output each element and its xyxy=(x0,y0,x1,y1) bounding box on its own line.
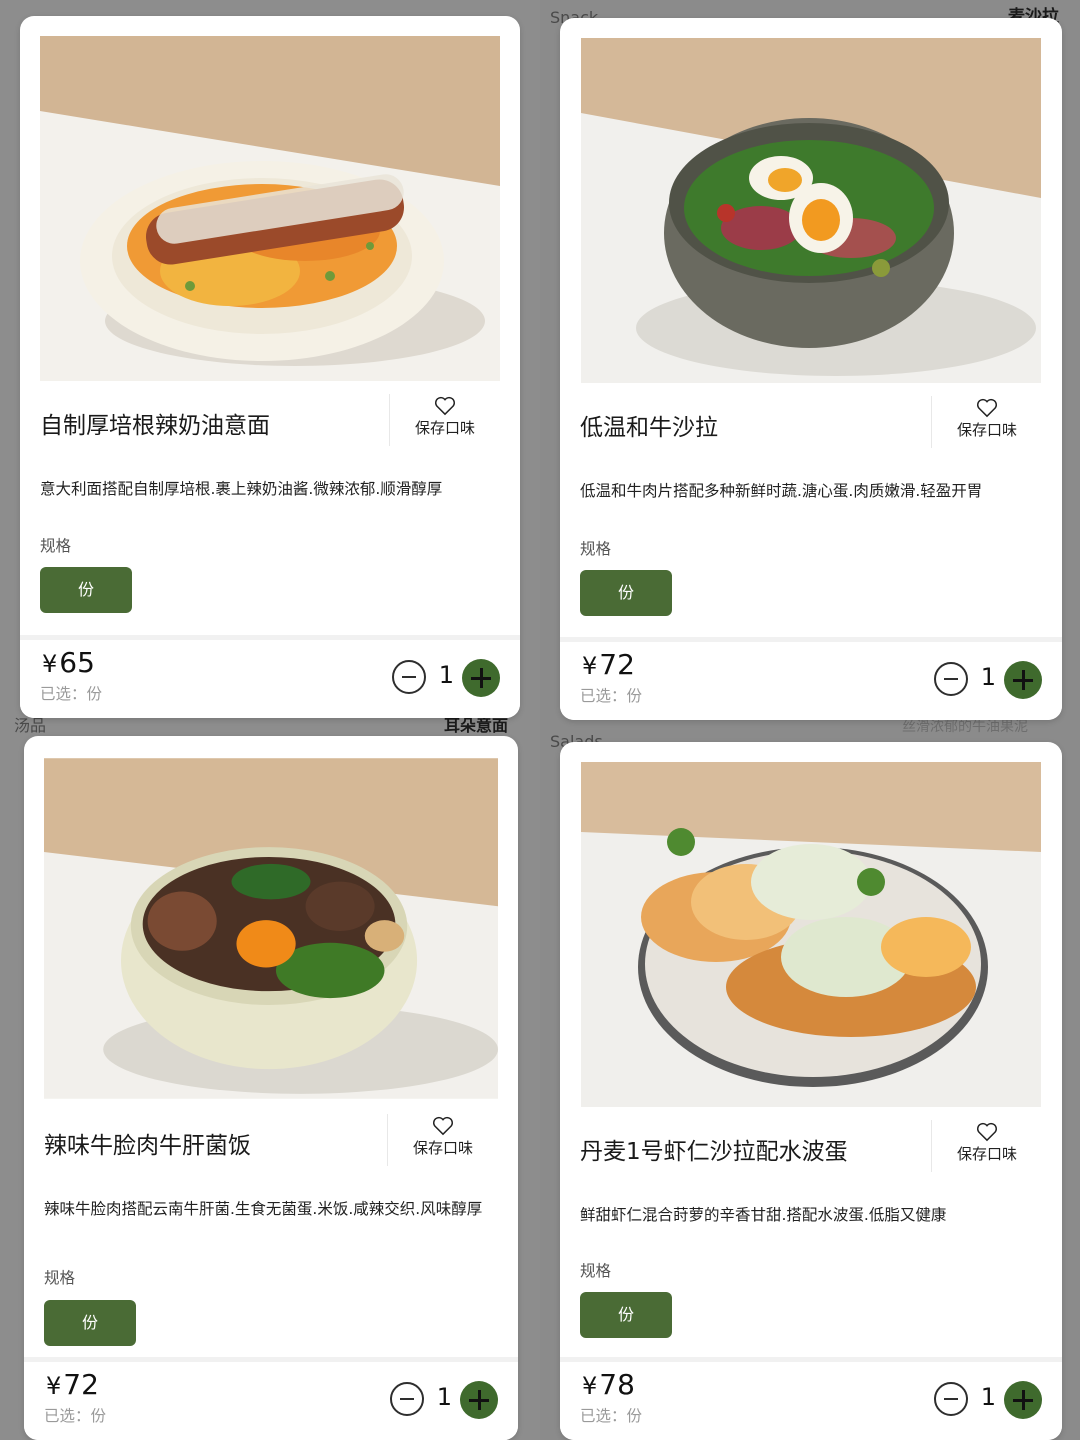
quantity-value: 1 xyxy=(980,663,996,691)
quantity-value: 1 xyxy=(436,1383,452,1411)
dish-title: 辣味牛脸肉牛肝菌饭 xyxy=(44,1133,251,1159)
spec-option-portion[interactable]: 份 xyxy=(580,1292,672,1338)
decrease-quantity-button[interactable] xyxy=(934,1382,968,1416)
decrease-quantity-button[interactable] xyxy=(390,1382,424,1416)
spec-label: 规格 xyxy=(40,537,72,555)
dish-title: 低温和牛沙拉 xyxy=(580,415,718,441)
dish-card: 丹麦1号虾仁沙拉配水波蛋 保存口味 鲜甜虾仁混合莳萝的辛香甘甜.搭配水波蛋.低脂… xyxy=(560,742,1062,1440)
order-bar: ¥65 已选：份 1 xyxy=(20,635,520,718)
spec-label: 规格 xyxy=(44,1269,76,1287)
dish-title: 自制厚培根辣奶油意面 xyxy=(40,413,270,439)
save-flavor-label: 保存口味 xyxy=(956,1145,1017,1163)
save-flavor-label: 保存口味 xyxy=(956,421,1017,439)
dish-description: 辣味牛脸肉搭配云南牛肝菌.生食无菌蛋.米饭.咸辣交织.风味醇厚 xyxy=(44,1200,483,1218)
spec-option-portion[interactable]: 份 xyxy=(580,570,672,616)
dish-description: 鲜甜虾仁混合莳萝的辛香甘甜.搭配水波蛋.低脂又健康 xyxy=(580,1206,947,1224)
price: ¥65 xyxy=(42,646,95,679)
selected-spec: 已选：份 xyxy=(580,687,643,705)
spec-label: 规格 xyxy=(580,540,612,558)
decrease-quantity-button[interactable] xyxy=(934,662,968,696)
quantity-value: 1 xyxy=(980,1383,996,1411)
dish-card: 低温和牛沙拉 保存口味 低温和牛肉片搭配多种新鲜时蔬.溏心蛋.肉质嫩滑.轻盈开胃… xyxy=(560,18,1062,720)
decrease-quantity-button[interactable] xyxy=(392,660,426,694)
spec-label: 规格 xyxy=(580,1262,612,1280)
order-bar: ¥72 已选：份 1 xyxy=(24,1357,518,1440)
save-flavor-button[interactable]: 保存口味 xyxy=(931,396,1042,448)
heart-icon xyxy=(435,396,455,416)
dish-card: 辣味牛脸肉牛肝菌饭 保存口味 辣味牛脸肉搭配云南牛肝菌.生食无菌蛋.米饭.咸辣交… xyxy=(24,736,518,1440)
quantity-value: 1 xyxy=(438,661,454,689)
dish-card: 自制厚培根辣奶油意面 保存口味 意大利面搭配自制厚培根.裹上辣奶油酱.微辣浓郁.… xyxy=(20,16,520,718)
dish-description: 意大利面搭配自制厚培根.裹上辣奶油酱.微辣浓郁.顺滑醇厚 xyxy=(40,480,443,498)
increase-quantity-button[interactable] xyxy=(1004,1381,1042,1419)
save-flavor-button[interactable]: 保存口味 xyxy=(389,394,500,446)
dish-photo xyxy=(580,38,1042,383)
increase-quantity-button[interactable] xyxy=(1004,661,1042,699)
selected-spec: 已选：份 xyxy=(580,1407,643,1425)
increase-quantity-button[interactable] xyxy=(460,1381,498,1419)
save-flavor-button[interactable]: 保存口味 xyxy=(387,1114,498,1166)
selected-spec: 已选：份 xyxy=(44,1407,107,1425)
order-bar: ¥72 已选：份 1 xyxy=(560,637,1062,720)
rice-bowl-image xyxy=(44,758,498,1099)
heart-icon xyxy=(977,398,997,418)
dish-title: 丹麦1号虾仁沙拉配水波蛋 xyxy=(580,1139,848,1165)
pasta-image xyxy=(40,36,500,381)
save-flavor-label: 保存口味 xyxy=(412,1139,473,1157)
dish-photo xyxy=(40,36,500,381)
salad-image xyxy=(581,38,1041,383)
order-bar: ¥78 已选：份 1 xyxy=(560,1357,1062,1440)
selected-spec: 已选：份 xyxy=(40,685,103,703)
save-flavor-button[interactable]: 保存口味 xyxy=(931,1120,1042,1172)
spec-option-portion[interactable]: 份 xyxy=(44,1300,136,1346)
price: ¥72 xyxy=(582,648,635,681)
dish-photo xyxy=(44,756,498,1101)
price: ¥78 xyxy=(582,1368,635,1401)
increase-quantity-button[interactable] xyxy=(462,659,500,697)
shrimp-toast-image xyxy=(581,762,1041,1107)
dish-photo xyxy=(580,762,1042,1107)
dish-description: 低温和牛肉片搭配多种新鲜时蔬.溏心蛋.肉质嫩滑.轻盈开胃 xyxy=(580,482,983,500)
heart-icon xyxy=(977,1122,997,1142)
save-flavor-label: 保存口味 xyxy=(414,419,475,437)
spec-option-portion[interactable]: 份 xyxy=(40,567,132,613)
price: ¥72 xyxy=(46,1368,99,1401)
heart-icon xyxy=(433,1116,453,1136)
